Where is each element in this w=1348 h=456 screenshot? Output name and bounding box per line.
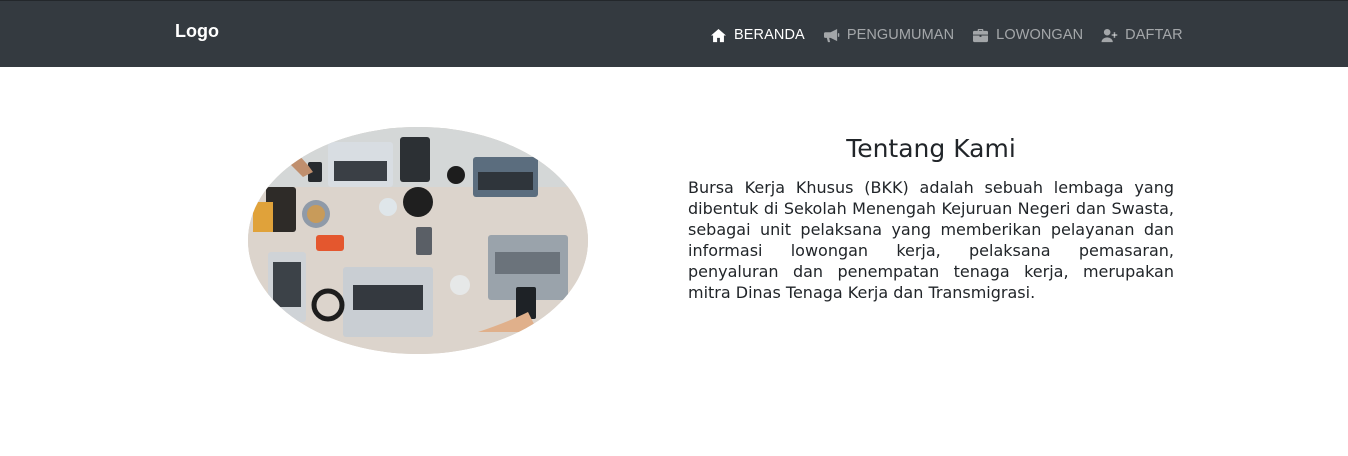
- briefcase-icon: [972, 27, 990, 43]
- nav-item-daftar[interactable]: DAFTAR: [1101, 27, 1183, 43]
- nav-item-beranda[interactable]: BERANDA: [710, 27, 805, 43]
- nav-item-label: BERANDA: [734, 27, 805, 43]
- nav-item-label: DAFTAR: [1125, 27, 1183, 43]
- nav-item-pengumuman[interactable]: PENGUMUMAN: [823, 27, 954, 43]
- team-workspace-image: [248, 127, 588, 354]
- about-title: Tentang Kami: [846, 134, 1016, 163]
- nav-item-label: PENGUMUMAN: [846, 27, 955, 43]
- top-navbar: Logo BERANDA PENGUMUMAN LOWONGAN DAFTAR: [0, 0, 1348, 67]
- nav-menu: BERANDA PENGUMUMAN LOWONGAN DAFTAR: [710, 25, 1201, 45]
- nav-item-label: LOWONGAN: [996, 27, 1084, 43]
- about-description: Bursa Kerja Khusus (BKK) adalah sebuah l…: [688, 178, 1174, 302]
- brand-logo[interactable]: Logo: [175, 21, 219, 42]
- user-plus-icon: [1101, 27, 1119, 43]
- nav-item-lowongan[interactable]: LOWONGAN: [972, 27, 1083, 43]
- home-icon: [710, 27, 728, 43]
- megaphone-icon: [823, 27, 841, 43]
- about-section: Tentang Kami Bursa Kerja Khusus (BKK) ad…: [688, 134, 1174, 303]
